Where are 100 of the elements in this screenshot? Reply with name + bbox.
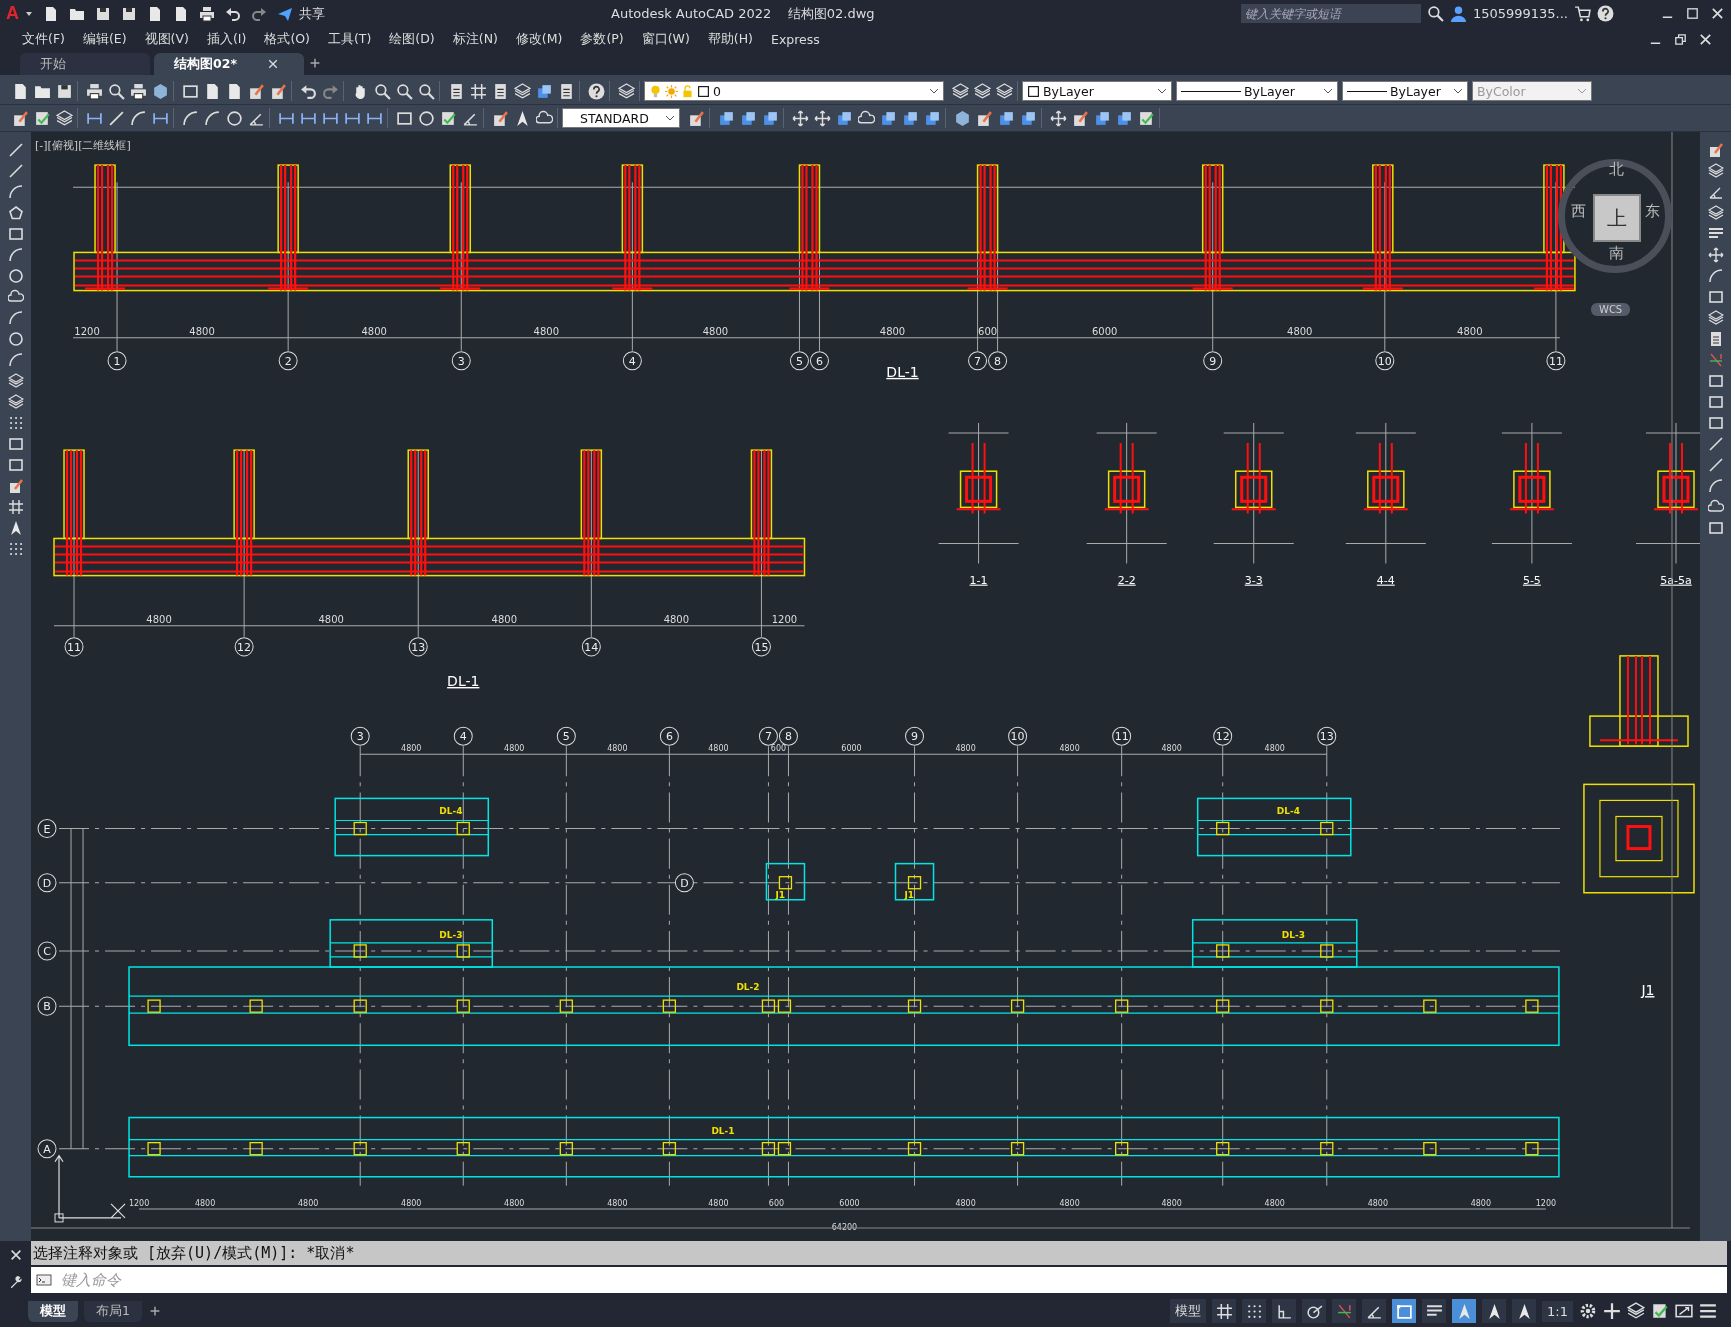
ortho-toggle[interactable]	[1272, 1299, 1297, 1323]
layers-icon[interactable]	[974, 82, 991, 100]
rectangle-icon[interactable]	[1707, 415, 1724, 431]
line-icon[interactable]	[7, 163, 24, 179]
pencil-icon[interactable]	[270, 82, 287, 100]
annotation-toggle[interactable]	[1482, 1299, 1507, 1323]
undo-icon[interactable]	[225, 5, 241, 22]
pencil-icon[interactable]	[248, 82, 265, 100]
stacked-squares-icon[interactable]	[836, 109, 853, 127]
grid-toggle[interactable]	[1212, 1299, 1237, 1323]
lineweight-toggle[interactable]	[1422, 1299, 1447, 1323]
menu-icon[interactable]	[1699, 1302, 1717, 1320]
cube-icon[interactable]	[954, 109, 971, 127]
lineweight-dropdown[interactable]: ByLayer	[1342, 81, 1468, 101]
cloud-icon[interactable]	[7, 289, 24, 305]
arc-icon[interactable]	[7, 352, 24, 368]
new-document-icon[interactable]	[204, 82, 221, 100]
rectangle-icon[interactable]	[1707, 520, 1724, 536]
annotation-scale-button[interactable]: 1:1	[1542, 1300, 1573, 1322]
circle-icon[interactable]	[226, 109, 243, 127]
user-icon[interactable]	[1449, 5, 1467, 22]
zoom-icon[interactable]	[374, 82, 391, 100]
rectangle-icon[interactable]	[1707, 289, 1724, 305]
menu-item[interactable]: 标注(N)	[446, 30, 510, 48]
menu-item[interactable]: 参数(P)	[574, 30, 636, 48]
color-dropdown[interactable]: ByLayer	[1022, 81, 1172, 101]
viewport-label[interactable]: [-][俯视][二维线框]	[35, 138, 131, 153]
share-button[interactable]: 共享	[299, 4, 325, 23]
cart-icon[interactable]	[1574, 5, 1591, 22]
arc-icon[interactable]	[7, 310, 24, 326]
zoom-icon[interactable]	[108, 82, 125, 100]
rectangle-icon[interactable]	[1707, 394, 1724, 410]
layers-icon[interactable]	[1707, 205, 1724, 221]
line-icon[interactable]	[7, 142, 24, 158]
fullscreen-icon[interactable]	[1675, 1302, 1693, 1320]
layers-icon[interactable]	[952, 82, 969, 100]
dot-grid-toggle[interactable]	[1242, 1299, 1267, 1323]
stacked-squares-icon[interactable]	[902, 109, 919, 127]
circle-icon[interactable]	[7, 331, 24, 347]
line-icon[interactable]	[1707, 457, 1724, 473]
selection-toggle[interactable]	[1392, 1299, 1417, 1323]
save-icon[interactable]	[56, 82, 73, 100]
stacked-squares-icon[interactable]	[718, 109, 735, 127]
circle-icon[interactable]	[7, 268, 24, 284]
menu-item[interactable]: 绘图(D)	[383, 30, 447, 48]
search-icon[interactable]	[1426, 5, 1444, 22]
stacked-squares-icon[interactable]	[998, 109, 1015, 127]
line-icon[interactable]	[108, 109, 125, 127]
save-icon[interactable]	[95, 5, 111, 22]
arc-icon[interactable]	[1707, 478, 1724, 494]
arc-icon[interactable]	[7, 247, 24, 263]
close-icon[interactable]	[8, 1247, 23, 1262]
stacked-squares-icon[interactable]	[880, 109, 897, 127]
file-tab[interactable]: 开始	[20, 53, 150, 75]
dot-grid-icon[interactable]	[7, 415, 24, 431]
menu-item[interactable]: 工具(T)	[321, 30, 384, 48]
menu-item[interactable]: 修改(M)	[509, 30, 575, 48]
rectangle-icon[interactable]	[7, 226, 24, 242]
snap-toggle[interactable]	[1332, 1299, 1357, 1323]
checkmark-icon[interactable]	[1651, 1302, 1669, 1320]
move-icon[interactable]	[1050, 109, 1067, 127]
cube-icon[interactable]	[152, 82, 169, 100]
new-document-icon[interactable]	[43, 5, 59, 22]
arc-icon[interactable]	[7, 184, 24, 200]
maximize-icon[interactable]	[1685, 6, 1700, 21]
new-document-icon[interactable]	[173, 5, 189, 22]
annotation-icon[interactable]	[514, 109, 531, 127]
rectangle-icon[interactable]	[7, 436, 24, 452]
menu-item[interactable]: 窗口(W)	[635, 30, 702, 48]
layers-icon[interactable]	[7, 394, 24, 410]
layers-icon[interactable]	[1627, 1302, 1645, 1320]
plus-icon[interactable]	[308, 56, 322, 70]
redo-icon[interactable]	[251, 5, 267, 22]
cloud-icon[interactable]	[1707, 499, 1724, 515]
wrench-icon[interactable]	[8, 1274, 23, 1289]
search-field[interactable]: 键入关键字或短语	[1240, 4, 1421, 23]
menu-item[interactable]: Express	[765, 31, 832, 47]
checkmark-icon[interactable]	[1138, 109, 1155, 127]
rectangle-icon[interactable]	[396, 109, 413, 127]
view-cube[interactable]: 北 东 南 西 上	[1558, 159, 1672, 273]
printer-icon[interactable]	[86, 82, 103, 100]
stacked-squares-icon[interactable]	[740, 109, 757, 127]
annotation-toggle[interactable]	[1452, 1299, 1477, 1323]
layer-dropdown[interactable]: 0	[644, 81, 944, 101]
pencil-icon[interactable]	[688, 109, 705, 127]
pencil-icon[interactable]	[1707, 142, 1724, 158]
new-document-icon[interactable]	[12, 82, 29, 100]
linetype-dropdown[interactable]: ByLayer	[1176, 81, 1338, 101]
save-icon[interactable]	[121, 5, 137, 22]
arc-icon[interactable]	[1707, 268, 1724, 284]
file-tab[interactable]: 结构图02*	[154, 53, 304, 75]
layout-tab[interactable]: 布局1	[84, 1300, 142, 1322]
menu-item[interactable]: 视图(V)	[138, 30, 201, 48]
layers-icon[interactable]	[618, 82, 635, 100]
user-name[interactable]: 1505999135...	[1472, 6, 1568, 21]
pencil-icon[interactable]	[1072, 109, 1089, 127]
layers-icon[interactable]	[1707, 163, 1724, 179]
stacked-squares-icon[interactable]	[1020, 109, 1037, 127]
new-document-icon[interactable]	[226, 82, 243, 100]
ucs-menu-button[interactable]: WCS	[1591, 303, 1631, 316]
